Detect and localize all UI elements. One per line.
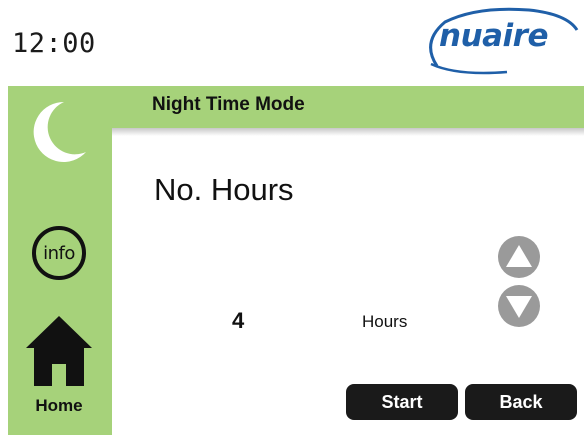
page-title: Night Time Mode xyxy=(152,94,305,115)
start-button[interactable]: Start xyxy=(346,384,458,420)
moon-icon xyxy=(33,101,86,162)
sidebar: info Home xyxy=(8,86,112,435)
hours-unit-label: Hours xyxy=(362,312,408,331)
info-button[interactable]: info xyxy=(32,226,86,280)
arrow-up-icon xyxy=(506,245,532,267)
title-bar-shadow xyxy=(112,128,584,136)
home-button[interactable]: Home xyxy=(26,314,92,424)
home-label: Home xyxy=(35,396,83,415)
info-label: info xyxy=(43,242,75,264)
increase-button[interactable] xyxy=(498,236,540,278)
hours-value: 4 xyxy=(232,308,245,333)
logo-wordmark: nuaire xyxy=(439,18,549,54)
arrow-down-icon xyxy=(506,296,532,318)
clock-time: 12:00 xyxy=(12,28,96,59)
title-bar: Night Time Mode xyxy=(112,86,584,128)
home-icon xyxy=(26,316,92,386)
brand-logo: nuaire xyxy=(417,4,583,78)
decrease-button[interactable] xyxy=(498,285,540,327)
setting-heading: No. Hours xyxy=(154,172,294,207)
back-button[interactable]: Back xyxy=(465,384,577,420)
device-screen: 12:00 nuaire info Home Night Time Mode N… xyxy=(0,0,584,435)
